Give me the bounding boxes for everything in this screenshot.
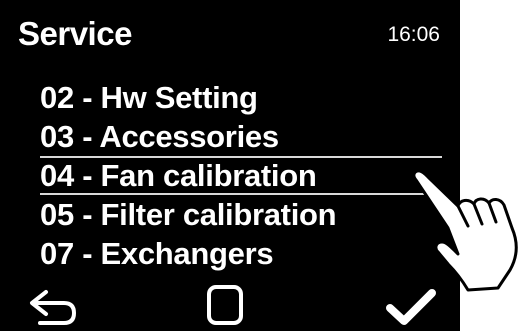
clock: 16:06 [387,23,440,46]
checkmark-icon[interactable] [386,287,436,327]
device-panel: Service 16:06 02 - Hw Setting 03 - Acces… [0,0,521,331]
service-menu: 02 - Hw Setting 03 - Accessories 04 - Fa… [0,78,460,273]
pointing-hand-icon [412,169,518,292]
menu-item-filter-calibration[interactable]: 05 - Filter calibration [0,195,460,234]
display-screen: Service 16:06 02 - Hw Setting 03 - Acces… [0,0,460,331]
menu-item-fan-calibration[interactable]: 04 - Fan calibration [40,156,442,195]
back-arrow-icon[interactable] [26,287,80,327]
page-title: Service [18,15,132,52]
softkey-bar [0,283,460,331]
menu-item-hw-setting[interactable]: 02 - Hw Setting [0,78,460,117]
square-icon[interactable] [205,283,245,327]
menu-item-exchangers[interactable]: 07 - Exchangers [0,234,460,273]
menu-item-accessories[interactable]: 03 - Accessories [0,117,460,156]
